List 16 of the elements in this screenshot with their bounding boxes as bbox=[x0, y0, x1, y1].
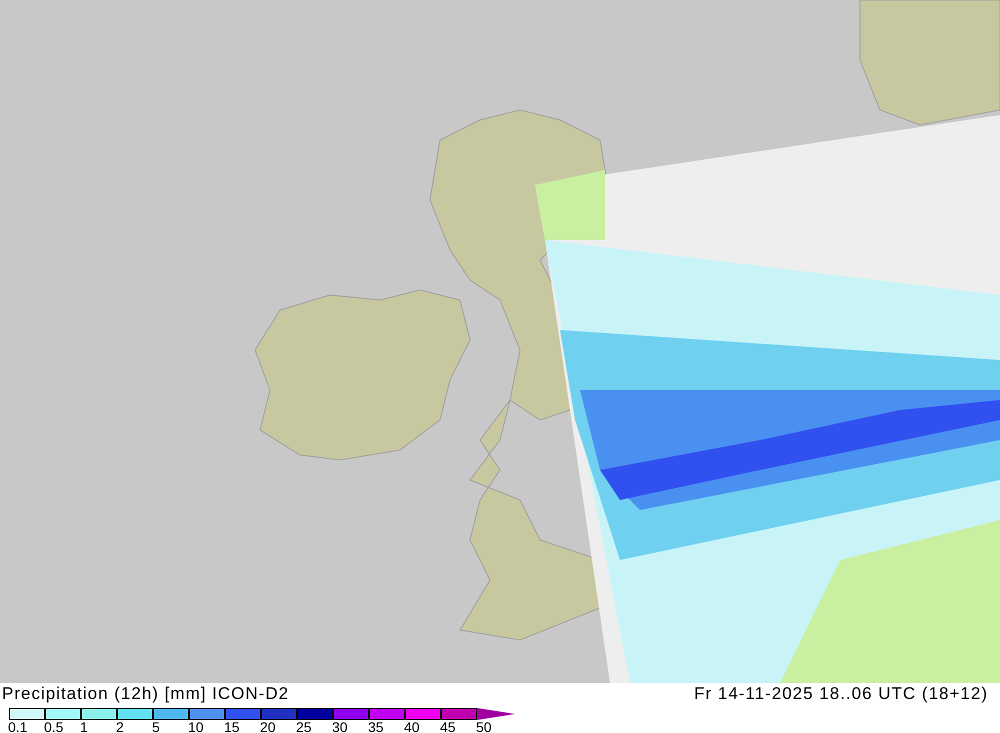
legend-label: 40 bbox=[404, 720, 420, 733]
legend-label: 25 bbox=[296, 720, 312, 733]
legend-label: 45 bbox=[440, 720, 456, 733]
legend-label: 50 bbox=[476, 720, 492, 733]
valid-time: Fr 14-11-2025 18..06 UTC (18+12) bbox=[694, 683, 989, 705]
legend-label: 1 bbox=[80, 720, 88, 733]
legend-label: 2 bbox=[116, 720, 124, 733]
legend-label: 35 bbox=[368, 720, 384, 733]
legend-label: 30 bbox=[332, 720, 348, 733]
map-title: Precipitation (12h) [mm] ICON-D2 bbox=[2, 683, 290, 705]
legend-label: 0.5 bbox=[44, 720, 64, 733]
legend-label: 20 bbox=[260, 720, 276, 733]
legend-label: 0.1 bbox=[8, 720, 28, 733]
legend-label: 15 bbox=[224, 720, 240, 733]
legend-label: 10 bbox=[188, 720, 204, 733]
legend-label: 5 bbox=[152, 720, 160, 733]
